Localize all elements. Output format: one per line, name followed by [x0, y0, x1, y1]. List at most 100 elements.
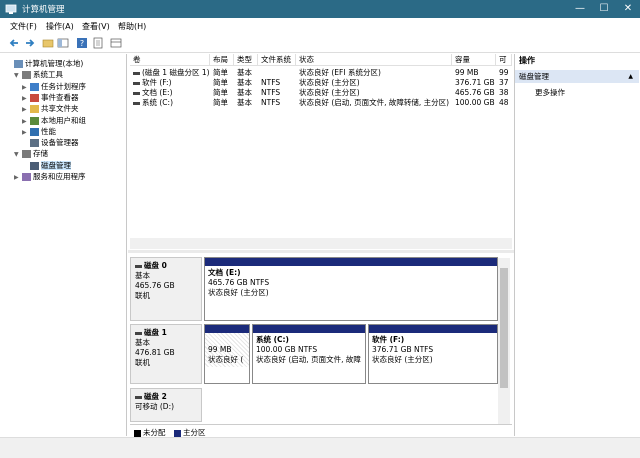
column-header[interactable]: 类型	[234, 54, 258, 66]
menu-view[interactable]: 查看(V)	[82, 21, 110, 32]
disk-label[interactable]: 磁盘 0 基本 465.76 GB 联机	[130, 257, 202, 321]
table-cell: 基本	[237, 98, 252, 107]
disk-label[interactable]: 磁盘 2 可移动 (D:)	[130, 388, 202, 422]
tree-item[interactable]: 磁盘管理	[22, 160, 71, 171]
partition-size: 465.76 GB NTFS	[208, 278, 270, 287]
volume-name-cell: (磁盘 1 磁盘分区 1)	[130, 68, 210, 78]
disk-name: 磁盘 1	[144, 328, 167, 337]
partition-block[interactable]: 文档 (E:) 465.76 GB NTFS 状态良好 (主分区)	[204, 257, 498, 321]
disk-status: 联机	[135, 358, 150, 367]
legend-label: 未分配	[143, 428, 166, 437]
scrollbar-thumb[interactable]	[500, 268, 508, 388]
volume-name: 文档 (E:)	[142, 88, 173, 97]
disk-icon	[135, 264, 142, 268]
disk-name-line: 磁盘 0	[135, 261, 197, 271]
actions-section-disk-management[interactable]: 磁盘管理 ▲	[515, 70, 639, 83]
status-bar	[0, 437, 640, 458]
close-button[interactable]: ✕	[616, 0, 640, 18]
column-header[interactable]: 可	[496, 54, 512, 66]
table-cell: 基本	[237, 68, 252, 77]
disk-label[interactable]: 磁盘 1 基本 476.81 GB 联机	[130, 324, 202, 384]
disk-icon	[135, 395, 142, 399]
partition-status: 状态良好 (主分区)	[208, 288, 269, 297]
tree-item[interactable]: ▶ 任务计划程序	[22, 81, 86, 92]
column-header[interactable]: 布局	[210, 54, 234, 66]
menu-file[interactable]: 文件(F)	[10, 21, 37, 32]
more-actions-link[interactable]: 更多操作 ▶	[535, 87, 635, 98]
tools-icon	[22, 71, 31, 80]
users-icon	[30, 116, 39, 125]
table-cell: 简单	[213, 98, 228, 107]
tree-item[interactable]: ▶ 性能	[22, 126, 56, 137]
volume-name-cell: 文档 (E:)	[130, 88, 210, 98]
tree-item[interactable]: 计算机管理(本地)	[6, 58, 83, 69]
column-header[interactable]: 卷	[130, 54, 210, 66]
partition-size: 376.71 GB NTFS	[372, 345, 434, 354]
table-cell: NTFS	[261, 78, 281, 87]
tree-item-label: 事件查看器	[41, 92, 79, 102]
partition-block[interactable]: 软件 (F:) 376.71 GB NTFS 状态良好 (主分区)	[368, 324, 498, 384]
horizontal-scrollbar[interactable]	[130, 238, 512, 249]
disk-status: 联机	[135, 291, 150, 300]
performance-icon	[30, 127, 39, 136]
menu-help[interactable]: 帮助(H)	[118, 21, 146, 32]
expand-down-icon[interactable]: ▼	[14, 149, 22, 160]
table-row[interactable]: (磁盘 1 磁盘分区 1) 简单 基本 状态良好 (EFI 系统分区) 99 MB 99	[130, 68, 512, 78]
table-cell: 376.71 GB	[455, 78, 495, 87]
column-header[interactable]: 文件系统	[258, 54, 296, 66]
vertical-scrollbar[interactable]	[498, 258, 510, 424]
volume-name-cell: 系统 (C:)	[130, 98, 210, 108]
tree-item-label: 性能	[41, 126, 56, 136]
volume-name: 系统 (C:)	[142, 98, 173, 107]
table-cell: 38	[499, 88, 509, 97]
minimize-button[interactable]: —	[568, 0, 592, 18]
title-bar: 计算机管理 — ☐ ✕	[0, 0, 640, 18]
partition-size: 100.00 GB NTFS	[256, 345, 318, 354]
tree-item[interactable]: ▼ 系统工具	[14, 69, 63, 80]
storage-icon	[22, 150, 31, 159]
tree-item[interactable]: ▶ 事件查看器	[22, 92, 79, 103]
tree-item[interactable]: 设备管理器	[22, 137, 79, 148]
volume-list: 卷布局 类型 文件系统 状态 容量可 (磁盘 1 磁盘分区 1) 简单 基本 状态良好 (EFI…	[130, 54, 512, 250]
partition-body: 99 MB 状态良好 (	[205, 333, 249, 367]
legend-swatch	[174, 429, 181, 437]
maximize-button[interactable]: ☐	[592, 0, 616, 18]
tree-item-label: 计算机管理(本地)	[25, 59, 84, 68]
expand-right-icon[interactable]: ▶	[14, 172, 22, 183]
help-icon[interactable]: ?	[76, 37, 88, 49]
tree-item[interactable]: ▼ 存储	[14, 148, 48, 159]
table-row[interactable]: 系统 (C:) 简单 基本 NTFS 状态良好 (启动, 页面文件, 故障转储, 主分区…	[130, 98, 512, 108]
disk-icon	[30, 161, 39, 170]
partition-body: 系统 (C:) 100.00 GB NTFS 状态良好 (启动, 页面文件, 故障	[253, 333, 365, 367]
tree-item[interactable]: ▶ 共享文件夹	[22, 103, 79, 114]
table-cell: 基本	[237, 78, 252, 87]
volume-icon	[133, 91, 140, 95]
partition-status: 状态良好 (主分区)	[372, 355, 433, 364]
column-header[interactable]: 容量	[452, 54, 496, 66]
window-title: 计算机管理	[22, 5, 65, 15]
panel-view-icon[interactable]	[110, 37, 122, 49]
tree-item-label: 磁盘管理	[41, 160, 71, 170]
show-hide-tree-icon[interactable]	[57, 37, 69, 49]
disk-icon	[135, 331, 142, 335]
pane-splitter[interactable]	[128, 250, 514, 253]
menu-action[interactable]: 操作(A)	[46, 21, 74, 32]
table-row[interactable]: 软件 (F:) 简单 基本 NTFS 状态良好 (主分区) 376.71 GB 37	[130, 78, 512, 88]
partition-name: 系统 (C:)	[256, 335, 289, 344]
properties-icon[interactable]	[92, 37, 104, 49]
back-arrow-icon[interactable]	[8, 37, 20, 49]
table-row[interactable]: 文档 (E:) 简单 基本 NTFS 状态良好 (主分区) 465.76 GB 38	[130, 88, 512, 98]
tree-item[interactable]: ▶ 服务和应用程序	[14, 171, 86, 182]
up-folder-icon[interactable]	[42, 37, 54, 49]
tree-item[interactable]: ▶ 本地用户和组	[22, 115, 86, 126]
forward-arrow-icon[interactable]	[24, 37, 36, 49]
volume-icon	[133, 81, 140, 85]
partition-block[interactable]: 99 MB 状态良好 (	[204, 324, 250, 384]
disk-name-line: 磁盘 2	[135, 392, 197, 402]
svg-text:?: ?	[80, 39, 84, 48]
actions-section-label: 磁盘管理	[519, 72, 549, 81]
event-icon	[30, 93, 39, 102]
column-header[interactable]: 状态	[296, 54, 452, 66]
expand-down-icon[interactable]: ▼	[14, 70, 22, 81]
partition-block[interactable]: 系统 (C:) 100.00 GB NTFS 状态良好 (启动, 页面文件, 故障	[252, 324, 366, 384]
